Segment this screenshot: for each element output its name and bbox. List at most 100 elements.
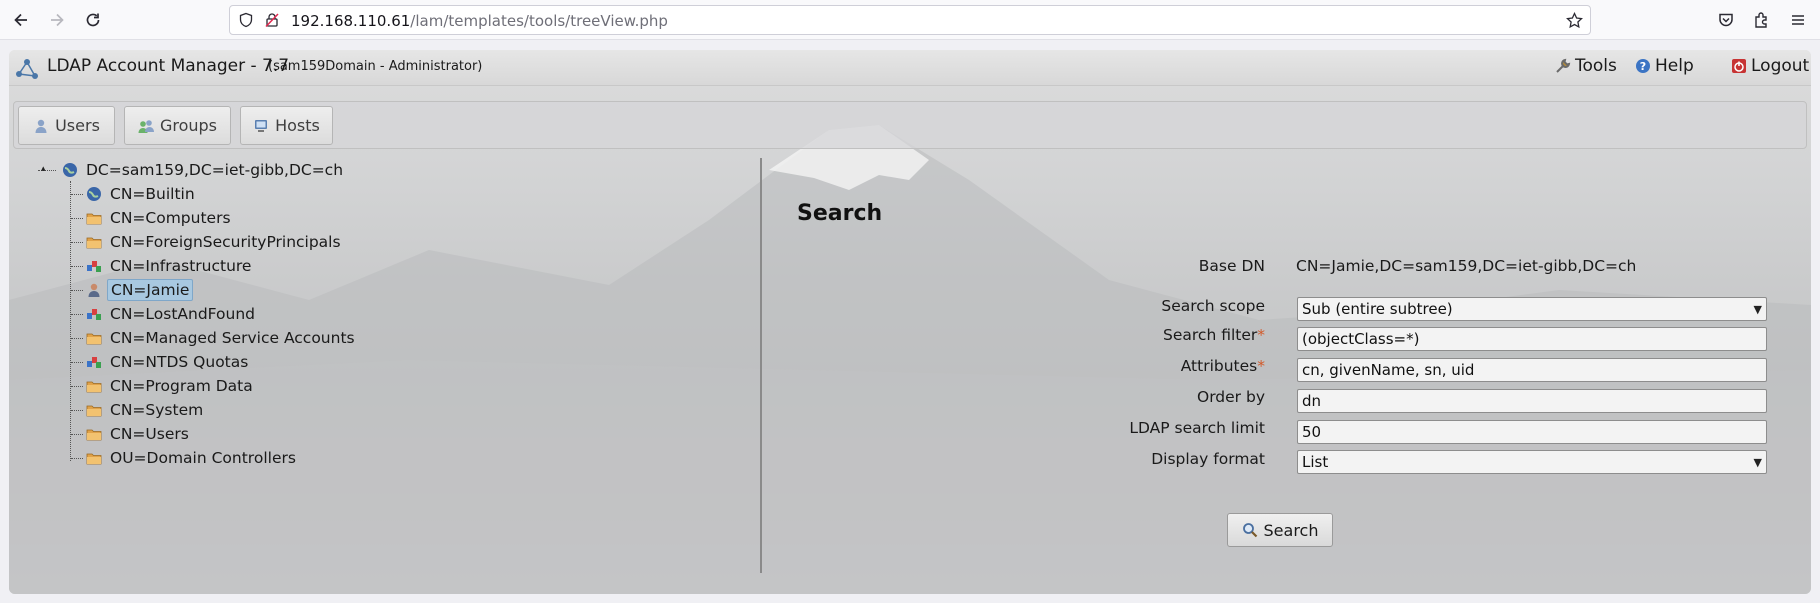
search-limit-input[interactable] (1297, 420, 1767, 444)
panel-divider (760, 158, 762, 573)
search-button-label: Search (1263, 520, 1319, 540)
url-text[interactable]: 192.168.110.61/lam/templates/tools/treeV… (291, 12, 668, 30)
tree-node-label: CN=Computers (110, 209, 231, 227)
required-marker: * (1257, 357, 1265, 375)
tree-node[interactable]: CN=Infrastructure (86, 255, 254, 277)
tree-node-label: CN=Managed Service Accounts (110, 329, 355, 347)
tree-node-label: CN=Builtin (110, 185, 195, 203)
logout-link[interactable]: Logout (1731, 56, 1809, 76)
search-scope-label: Search scope (1161, 297, 1265, 315)
tree-node-label: CN=Program Data (110, 377, 253, 395)
tree-expand-toggle[interactable]: ▴ (41, 164, 46, 174)
search-scope-select[interactable]: Sub (entire subtree) ▼ (1297, 297, 1767, 321)
tab-groups-label: Groups (159, 116, 218, 135)
base-dn-label: Base DN (1198, 257, 1265, 275)
search-title: Search (797, 201, 883, 226)
tree-node-label: CN=Infrastructure (110, 257, 252, 275)
tree-connector (71, 458, 83, 459)
base-dn-value: CN=Jamie,DC=sam159,DC=iet-gibb,DC=ch (1296, 257, 1637, 275)
forward-icon[interactable] (43, 6, 71, 34)
folder-icon (86, 405, 102, 417)
host-icon (255, 119, 268, 132)
url-host: 192.168.110.61 (291, 12, 411, 30)
tree-node[interactable]: CN=Managed Service Accounts (86, 327, 358, 349)
required-marker: * (1257, 326, 1265, 344)
search-filter-label-text: Search filter (1163, 326, 1258, 344)
lam-logo-icon (16, 59, 38, 79)
tree-connector (71, 362, 83, 363)
insecure-lock-icon[interactable] (264, 12, 280, 28)
help-link[interactable]: ? Help (1635, 56, 1694, 76)
search-button[interactable]: Search (1227, 513, 1333, 547)
tab-users[interactable]: Users (18, 106, 115, 145)
tree-connector (71, 338, 83, 339)
tab-groups[interactable]: Groups (124, 106, 231, 145)
folder-icon (86, 381, 102, 393)
address-bar[interactable]: 192.168.110.61/lam/templates/tools/treeV… (229, 5, 1591, 35)
url-path: /lam/templates/tools/treeView.php (410, 12, 668, 30)
tree-node[interactable]: CN=Jamie (86, 279, 194, 301)
order-by-label: Order by (1197, 388, 1265, 406)
tree-connector (70, 181, 71, 461)
tab-users-label: Users (55, 116, 100, 135)
tab-bar: Users Groups Hosts (13, 101, 1807, 149)
tree-node-label: CN=System (110, 401, 204, 419)
folder-icon (86, 237, 102, 249)
tree-connector (71, 434, 83, 435)
objects-icon (87, 357, 101, 368)
tree-node[interactable]: CN=Users (86, 423, 192, 445)
tree-connector (71, 218, 83, 219)
globe-icon (63, 163, 77, 177)
chevron-down-icon: ▼ (1753, 302, 1762, 316)
tree-node-label: CN=ForeignSecurityPrincipals (110, 233, 341, 251)
search-filter-input[interactable] (1297, 327, 1767, 351)
app-header: LDAP Account Manager - 7.7 (sam159Domain… (9, 50, 1811, 86)
reload-icon[interactable] (79, 6, 107, 34)
tree-root-node[interactable]: DC=sam159,DC=iet-gibb,DC=ch (62, 159, 346, 181)
tree-node[interactable]: CN=LostAndFound (86, 303, 258, 325)
tree-connector (71, 266, 83, 267)
extensions-icon[interactable] (1748, 6, 1776, 34)
attributes-label-text: Attributes (1180, 357, 1258, 375)
globe-icon (87, 187, 101, 201)
tree-connector (71, 290, 83, 291)
tree-node[interactable]: CN=Program Data (86, 375, 256, 397)
tree-connector (71, 314, 83, 315)
bookmark-star-icon[interactable] (1566, 12, 1583, 29)
chevron-down-icon: ▼ (1753, 455, 1762, 469)
wrench-icon (1556, 58, 1571, 73)
order-by-input[interactable] (1297, 389, 1767, 413)
tree-node[interactable]: CN=Computers (86, 207, 234, 229)
help-icon: ? (1636, 59, 1650, 73)
tab-hosts[interactable]: Hosts (240, 106, 333, 145)
tree-connector (71, 386, 83, 387)
tree-node[interactable]: CN=System (86, 399, 206, 421)
folder-icon (86, 453, 102, 465)
attributes-input[interactable] (1297, 358, 1767, 382)
pocket-icon[interactable] (1712, 6, 1740, 34)
tree-node[interactable]: CN=NTDS Quotas (86, 351, 251, 373)
folder-icon (86, 333, 102, 345)
search-filter-label: Search filter* (965, 326, 1265, 344)
attributes-label: Attributes* (965, 357, 1265, 375)
tree-node-label: CN=LostAndFound (110, 305, 256, 323)
user-icon (88, 283, 100, 297)
tree-node[interactable]: OU=Domain Controllers (86, 447, 299, 469)
search-scope-value: Sub (entire subtree) (1302, 300, 1453, 318)
tree-node[interactable]: CN=ForeignSecurityPrincipals (86, 231, 344, 253)
tools-link[interactable]: Tools (1555, 56, 1617, 76)
tab-hosts-label: Hosts (275, 116, 320, 135)
app-subtitle: (sam159Domain - Administrator) (268, 59, 483, 74)
display-format-select[interactable]: List ▼ (1297, 450, 1767, 474)
app-title: LDAP Account Manager - 7.7 (47, 56, 290, 76)
back-icon[interactable] (7, 6, 35, 34)
tree-node-label: OU=Domain Controllers (110, 449, 296, 467)
shield-icon[interactable] (238, 12, 254, 28)
objects-icon (87, 261, 101, 272)
tree-node[interactable]: CN=Builtin (86, 183, 198, 205)
search-limit-label: LDAP search limit (1129, 419, 1265, 437)
magnifier-icon (1242, 523, 1257, 538)
folder-icon (86, 429, 102, 441)
menu-icon[interactable] (1784, 6, 1812, 34)
lam-app: LDAP Account Manager - 7.7 (sam159Domain… (9, 50, 1811, 594)
